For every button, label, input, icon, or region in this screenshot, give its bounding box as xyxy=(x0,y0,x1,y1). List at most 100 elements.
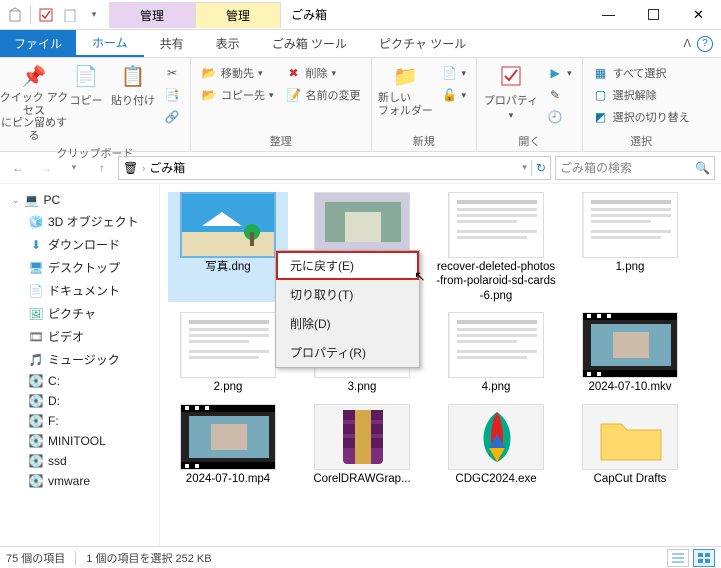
close-button[interactable]: ✕ xyxy=(676,1,721,29)
ribbon-collapse-icon[interactable]: ᐱ xyxy=(683,37,691,50)
paste-button[interactable]: 📋 貼り付け xyxy=(110,62,156,108)
context-menu-item[interactable]: 切り取り(T) xyxy=(276,280,419,309)
tab-bar: ファイル ホーム 共有 表示 ごみ箱 ツール ピクチャ ツール ᐱ ? xyxy=(0,30,721,58)
context-tab-picture: 管理 xyxy=(195,2,281,28)
edit-button[interactable]: ✎ xyxy=(543,84,576,106)
invert-selection-button[interactable]: ◩選択の切り替え xyxy=(589,106,694,128)
recent-dropdown-icon[interactable]: ▾ xyxy=(62,156,86,180)
tree-item[interactable]: 💽F: xyxy=(2,411,157,431)
file-item[interactable]: 2024-07-10.mp4 xyxy=(168,404,288,486)
tree-item[interactable]: ⌄💻PC xyxy=(2,190,157,210)
rename-button[interactable]: 📝名前の変更 xyxy=(282,84,365,106)
properties-icon xyxy=(497,62,525,90)
file-item[interactable]: 4.png xyxy=(436,312,556,394)
pin-to-quick-access-button[interactable]: 📌 クイック アクセス にピン留めする xyxy=(6,62,62,143)
tree-item[interactable]: 🎞ビデオ xyxy=(2,325,157,348)
up-button[interactable]: ↑ xyxy=(90,156,114,180)
tree-item-icon: 💽 xyxy=(28,414,44,428)
rename-icon: 📝 xyxy=(286,87,302,103)
tree-item[interactable]: 💽D: xyxy=(2,391,157,411)
move-to-button[interactable]: 📂移動先▾ xyxy=(197,62,278,84)
view-details-button[interactable] xyxy=(667,549,689,567)
forward-button[interactable]: → xyxy=(34,156,58,180)
tree-item[interactable]: 🖥デスクトップ xyxy=(2,256,157,279)
props-label: プロパティ xyxy=(484,92,538,108)
context-tab-recycle: 管理 xyxy=(109,2,195,28)
delete-button[interactable]: ✖削除▾ xyxy=(282,62,365,84)
tab-view[interactable]: 表示 xyxy=(200,30,256,57)
rename-label: 名前の変更 xyxy=(306,87,361,103)
tree-item-icon: 💻 xyxy=(24,193,40,207)
tree-item[interactable]: 💽ssd xyxy=(2,451,157,471)
view-icons-button[interactable] xyxy=(693,549,715,567)
open-button[interactable]: ▶▾ xyxy=(543,62,576,84)
invert-icon: ◩ xyxy=(593,109,609,125)
ribbon-group-title: 選択 xyxy=(589,131,694,149)
address-path: ごみ箱 xyxy=(149,159,185,176)
paste-shortcut-button[interactable]: 🔗 xyxy=(160,106,184,128)
maximize-button[interactable] xyxy=(631,1,676,29)
file-item[interactable]: CorelDRAWGrap... xyxy=(302,404,422,486)
history-button[interactable]: 🕘 xyxy=(543,106,576,128)
tree-item-icon: 🧊 xyxy=(28,215,44,229)
file-item[interactable]: 2.png xyxy=(168,312,288,394)
bin-icon[interactable] xyxy=(4,4,26,26)
copy-path-button[interactable]: 📑 xyxy=(160,84,184,106)
copyto-icon: 📂 xyxy=(201,87,217,103)
thumbnail xyxy=(582,192,678,258)
properties-button[interactable]: プロパティ ▾ xyxy=(483,62,539,121)
qat-dropdown-icon[interactable]: ▾ xyxy=(83,4,105,26)
address-bar[interactable]: 🗑 › ごみ箱 ▾ ↻ xyxy=(118,156,551,180)
file-list[interactable]: 写真.dng recover-deleted-photos-from-polaro… xyxy=(160,184,721,546)
tree-item[interactable]: ⬇ダウンロード xyxy=(2,233,157,256)
easy-access-button[interactable]: 🔓▾ xyxy=(438,84,471,106)
thumbnail xyxy=(180,312,276,378)
context-menu-item[interactable]: 削除(D) xyxy=(276,309,419,338)
new-item-button[interactable]: 📄▾ xyxy=(438,62,471,84)
tree-item[interactable]: 🎵ミュージック xyxy=(2,348,157,371)
address-bar-row: ← → ▾ ↑ 🗑 › ごみ箱 ▾ ↻ ごみ箱の検索 🔍 xyxy=(0,152,721,184)
tab-file[interactable]: ファイル xyxy=(0,30,76,57)
titlebar: ▾ 管理 管理 ごみ箱 — ✕ xyxy=(0,0,721,30)
file-item[interactable]: 2024-07-10.mkv xyxy=(570,312,690,394)
context-menu-item[interactable]: 元に戻す(E) xyxy=(276,251,419,280)
qat-props-icon[interactable] xyxy=(35,4,57,26)
file-item[interactable]: 写真.dng xyxy=(168,192,288,302)
tree-item[interactable]: 🧊3D オブジェクト xyxy=(2,210,157,233)
ribbon-group-open: プロパティ ▾ ▶▾ ✎ 🕘 開く xyxy=(477,58,583,151)
window-title: ごみ箱 xyxy=(281,6,586,23)
new-folder-button[interactable]: 📁 新しい フォルダー xyxy=(378,62,434,117)
move-icon: 📂 xyxy=(201,65,217,81)
tree-item[interactable]: 🖼ピクチャ xyxy=(2,302,157,325)
tab-recycle-tools[interactable]: ごみ箱 ツール xyxy=(256,30,363,57)
copy-to-button[interactable]: 📂コピー先▾ xyxy=(197,84,278,106)
select-none-button[interactable]: ▢選択解除 xyxy=(589,84,694,106)
help-icon[interactable]: ? xyxy=(697,36,713,52)
qat-new-icon[interactable] xyxy=(59,4,81,26)
back-button[interactable]: ← xyxy=(6,156,30,180)
tree-item-icon: 💽 xyxy=(28,374,44,388)
file-item[interactable]: CapCut Drafts xyxy=(570,404,690,486)
file-label: 3.png xyxy=(348,380,377,394)
file-item[interactable]: CDGC2024.exe xyxy=(436,404,556,486)
nav-tree[interactable]: ⌄💻PC🧊3D オブジェクト⬇ダウンロード🖥デスクトップ📄ドキュメント🖼ピクチャ… xyxy=(0,184,160,546)
tree-item[interactable]: 💽vmware xyxy=(2,471,157,491)
history-dropdown-icon[interactable]: ▾ xyxy=(522,162,527,173)
tab-home[interactable]: ホーム xyxy=(76,30,144,57)
refresh-icon[interactable]: ↻ xyxy=(536,161,546,175)
tab-picture-tools[interactable]: ピクチャ ツール xyxy=(363,30,482,57)
select-all-button[interactable]: ▦すべて選択 xyxy=(589,62,694,84)
tree-item-icon: 📄 xyxy=(28,284,44,298)
tree-item[interactable]: 💽MINITOOL xyxy=(2,431,157,451)
pin-label: クイック アクセス にピン留めする xyxy=(0,92,70,143)
search-input[interactable]: ごみ箱の検索 🔍 xyxy=(555,156,715,180)
tree-item[interactable]: 📄ドキュメント xyxy=(2,279,157,302)
copy-button[interactable]: 📄 コピー xyxy=(66,62,106,108)
context-menu-item[interactable]: プロパティ(R) xyxy=(276,338,419,367)
file-item[interactable]: recover-deleted-photos-from-polaroid-sd-… xyxy=(436,192,556,302)
minimize-button[interactable]: — xyxy=(586,1,631,29)
file-item[interactable]: 1.png xyxy=(570,192,690,302)
tree-item[interactable]: 💽C: xyxy=(2,371,157,391)
cut-button[interactable]: ✂ xyxy=(160,62,184,84)
tab-share[interactable]: 共有 xyxy=(144,30,200,57)
